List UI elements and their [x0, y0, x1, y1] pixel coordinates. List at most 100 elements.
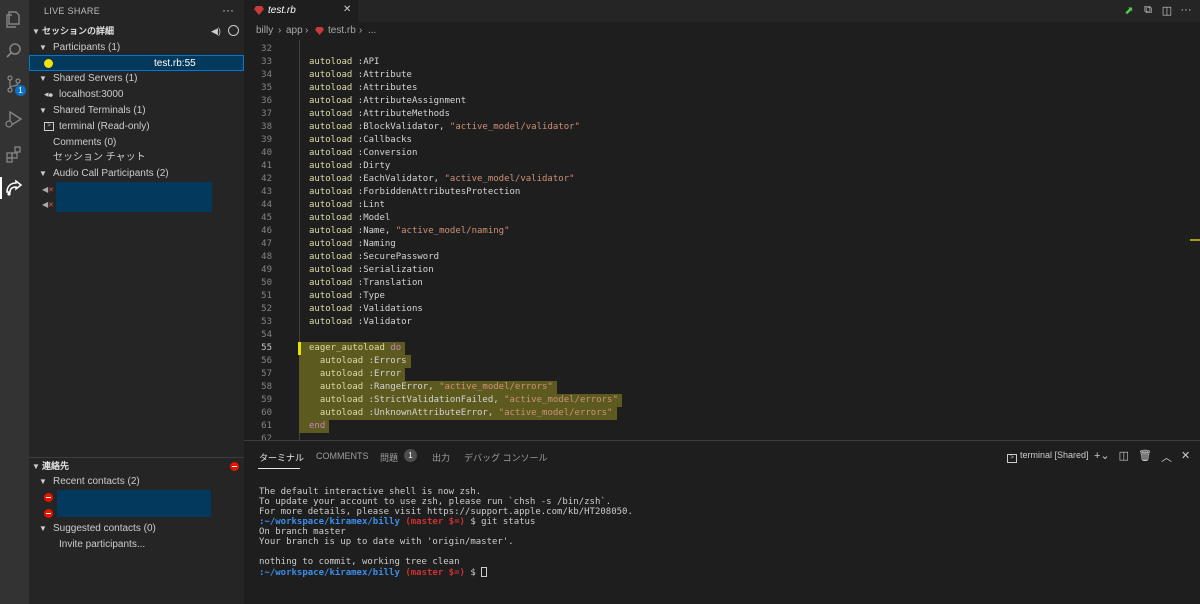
- code-line[interactable]: 47 autoload :Naming: [244, 238, 1200, 251]
- contacts-label: 連絡先: [42, 461, 70, 471]
- run-debug-icon[interactable]: [3, 108, 25, 130]
- code-line[interactable]: 50 autoload :Translation: [244, 277, 1200, 290]
- code-line[interactable]: 54: [244, 329, 1200, 342]
- explorer-icon[interactable]: [3, 8, 25, 30]
- participants-group[interactable]: ▼ Participants (1): [29, 40, 244, 55]
- more-actions-icon[interactable]: ···: [222, 3, 234, 17]
- line-number: 35: [261, 83, 272, 93]
- code-line[interactable]: 55 eager_autoload do: [244, 342, 1200, 355]
- server-item[interactable]: ◂⦁ localhost:3000: [29, 87, 244, 102]
- muted-mic-icon: ◀✕: [42, 200, 55, 209]
- line-number: 36: [261, 96, 272, 106]
- live-share-icon[interactable]: [3, 177, 25, 199]
- code-line[interactable]: 59 autoload :StrictValidationFailed, "ac…: [244, 394, 1200, 407]
- code-line[interactable]: 33 autoload :API: [244, 56, 1200, 69]
- code-line[interactable]: 32: [244, 43, 1200, 56]
- tab-test-rb[interactable]: test.rb ✕: [244, 0, 358, 22]
- line-number: 37: [261, 109, 272, 119]
- new-terminal-icon[interactable]: +⌄: [1094, 449, 1110, 465]
- breadcrumb-app[interactable]: app: [286, 25, 303, 36]
- ruby-file-icon: [315, 27, 324, 35]
- code-editor[interactable]: 32 33 autoload :API 34 autoload :Attribute 35…: [244, 40, 1200, 440]
- extensions-icon[interactable]: [3, 143, 25, 165]
- code-text: autoload :UnknownAttributeError, "active…: [319, 408, 613, 418]
- code-line[interactable]: 62: [244, 433, 1200, 440]
- code-line[interactable]: 37 autoload :AttributeMethods: [244, 108, 1200, 121]
- more-icon[interactable]: ···: [1180, 4, 1192, 16]
- code-line[interactable]: 34 autoload :Attribute: [244, 69, 1200, 82]
- line-number: 61: [261, 421, 272, 431]
- split-terminal-icon[interactable]: ◫: [1119, 449, 1129, 465]
- audio-participant-row[interactable]: ◀✕: [29, 182, 244, 197]
- code-line[interactable]: 56 autoload :Errors: [244, 355, 1200, 368]
- compare-icon[interactable]: ⧉: [1142, 4, 1154, 16]
- session-details-header[interactable]: ▼ セッションの詳細 ◀): [29, 24, 244, 39]
- code-line[interactable]: 39 autoload :Callbacks: [244, 134, 1200, 147]
- breadcrumb-billy[interactable]: billy: [256, 25, 273, 36]
- participant-row[interactable]: test.rb:55: [29, 55, 244, 71]
- recent-contacts-group[interactable]: ▼ Recent contacts (2): [29, 474, 244, 489]
- chat-item[interactable]: セッション チャット: [29, 150, 244, 165]
- tab-output[interactable]: 出力: [432, 451, 450, 464]
- code-line[interactable]: 42 autoload :EachValidator, "active_model…: [244, 173, 1200, 186]
- search-icon[interactable]: [3, 40, 25, 62]
- code-line[interactable]: 61 end: [244, 420, 1200, 433]
- prompt-branch: (master $=): [405, 517, 465, 527]
- trash-icon[interactable]: 🗑: [1138, 449, 1152, 465]
- code-line[interactable]: 53 autoload :Validator: [244, 316, 1200, 329]
- server-label: localhost:3000: [59, 89, 124, 100]
- terminal-selector[interactable]: > terminal [Shared]: [1007, 450, 1089, 463]
- close-icon[interactable]: ✕: [1181, 449, 1190, 465]
- breadcrumb-test-rb[interactable]: test.rb: [328, 25, 356, 36]
- contact-row[interactable]: [29, 490, 244, 506]
- suggested-contacts-group[interactable]: ▼ Suggested contacts (0): [29, 521, 244, 536]
- close-icon[interactable]: ✕: [343, 4, 351, 15]
- code-line[interactable]: 41 autoload :Dirty: [244, 160, 1200, 173]
- comments-item[interactable]: Comments (0): [29, 135, 244, 150]
- speaker-icon[interactable]: ◀): [211, 24, 221, 39]
- tab-debug-console[interactable]: デバッグ コンソール: [464, 451, 548, 464]
- code-line[interactable]: 51 autoload :Type: [244, 290, 1200, 303]
- pin-icon[interactable]: ⬈: [1123, 4, 1135, 17]
- breadcrumb-symbol[interactable]: ...: [368, 25, 376, 36]
- line-number: 47: [261, 239, 272, 249]
- tab-problems[interactable]: 問題: [380, 451, 398, 464]
- shared-servers-group[interactable]: ▼ Shared Servers (1): [29, 71, 244, 86]
- code-line[interactable]: 35 autoload :Attributes: [244, 82, 1200, 95]
- terminal-item[interactable]: > terminal (Read-only): [29, 119, 244, 134]
- code-line[interactable]: 38 autoload :BlockValidator, "active_mode…: [244, 121, 1200, 134]
- code-line[interactable]: 49 autoload :Serialization: [244, 264, 1200, 277]
- code-line[interactable]: 40 autoload :Conversion: [244, 147, 1200, 160]
- code-line[interactable]: 46 autoload :Name, "active_model/naming": [244, 225, 1200, 238]
- activity-bar: 1: [0, 0, 29, 604]
- disconnect-icon[interactable]: [228, 25, 239, 36]
- code-text: autoload :Type: [309, 291, 385, 301]
- line-number: 41: [261, 161, 272, 171]
- code-line[interactable]: 57 autoload :Error: [244, 368, 1200, 381]
- suggested-contacts-label: Suggested contacts (0): [53, 523, 156, 534]
- split-editor-icon[interactable]: ◫: [1161, 4, 1173, 17]
- source-control-icon[interactable]: 1: [3, 73, 26, 96]
- tab-terminal[interactable]: ターミナル: [259, 451, 304, 464]
- code-line[interactable]: 60 autoload :UnknownAttributeError, "act…: [244, 407, 1200, 420]
- shared-terminals-group[interactable]: ▼ Shared Terminals (1): [29, 103, 244, 118]
- audio-participant-row[interactable]: ◀✕: [29, 197, 244, 212]
- code-line[interactable]: 36 autoload :AttributeAssignment: [244, 95, 1200, 108]
- chevron-up-icon[interactable]: ︿: [1161, 449, 1172, 465]
- line-number: 56: [261, 356, 272, 366]
- code-line[interactable]: 58 autoload :RangeError, "active_model/e…: [244, 381, 1200, 394]
- code-text: autoload :API: [309, 57, 380, 67]
- code-line[interactable]: 48 autoload :SecurePassword: [244, 251, 1200, 264]
- code-line[interactable]: 52 autoload :Validations: [244, 303, 1200, 316]
- live-share-sidebar: LIVE SHARE ··· ▼ セッションの詳細 ◀) ▼ Participa…: [29, 0, 244, 604]
- code-line[interactable]: 44 autoload :Lint: [244, 199, 1200, 212]
- prompt-path: :~/workspace/kiramex/billy: [259, 568, 400, 578]
- invite-participants-item[interactable]: Invite participants...: [29, 537, 244, 552]
- code-line[interactable]: 45 autoload :Model: [244, 212, 1200, 225]
- audio-call-group[interactable]: ▼ Audio Call Participants (2): [29, 166, 244, 181]
- tab-comments[interactable]: COMMENTS: [316, 451, 369, 461]
- contacts-header[interactable]: ▼ 連絡先: [29, 459, 244, 474]
- code-line[interactable]: 43 autoload :ForbiddenAttributesProtectio…: [244, 186, 1200, 199]
- terminal-prompt-line[interactable]: :~/workspace/kiramex/billy (master $=) $: [259, 567, 488, 578]
- contact-row[interactable]: [29, 506, 244, 521]
